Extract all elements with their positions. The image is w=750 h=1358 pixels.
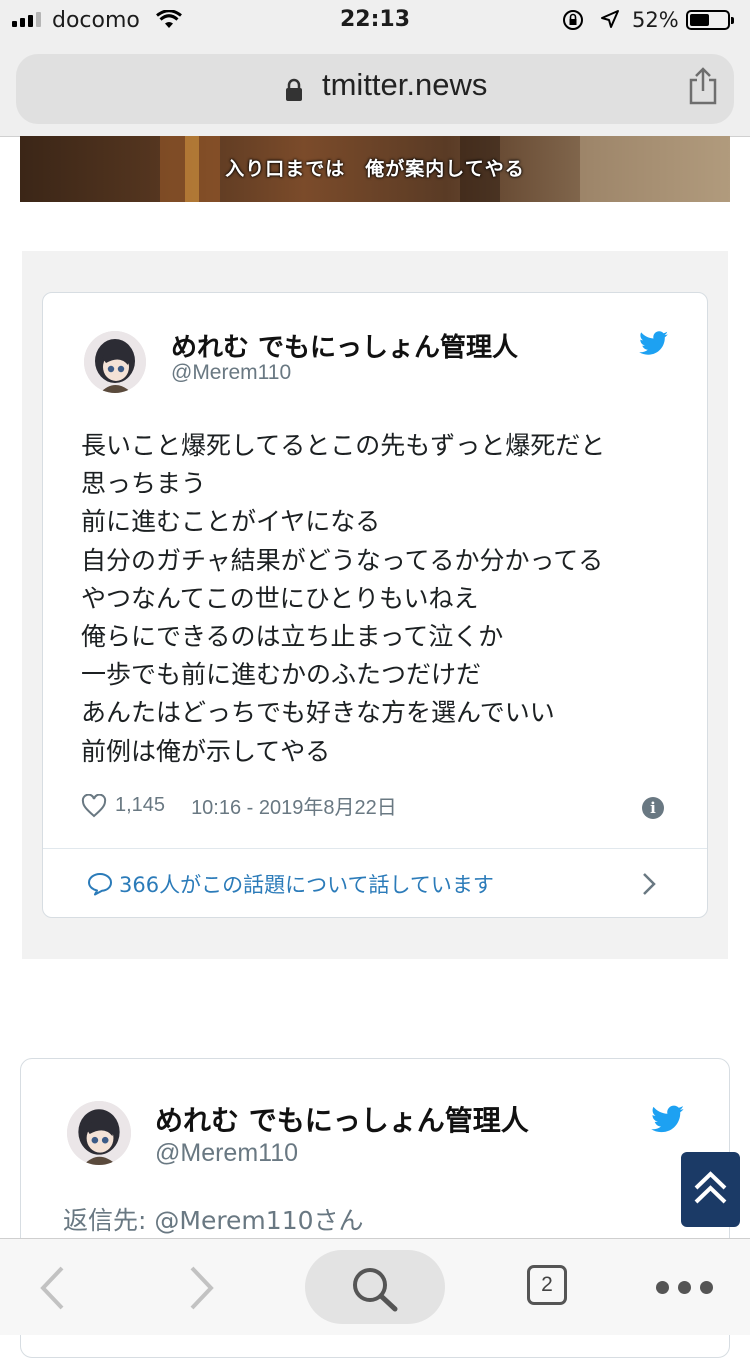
- user-handle[interactable]: @Merem110: [155, 1139, 298, 1168]
- battery-percent: 52%: [632, 8, 679, 32]
- divider: [43, 848, 707, 849]
- tweet-line: 前例は俺が示してやる: [81, 736, 331, 766]
- back-icon[interactable]: [38, 1265, 68, 1311]
- tweet-line: 長いこと爆死してるとこの先もずっと爆死だと: [81, 431, 606, 460]
- tweet-line: 前に進むことがイヤになる: [81, 507, 381, 537]
- twitter-bird-icon[interactable]: [651, 1105, 685, 1135]
- browser-header: tmitter.news: [0, 40, 750, 137]
- heart-icon[interactable]: [81, 793, 107, 818]
- tabs-button[interactable]: 2: [527, 1265, 567, 1305]
- browser-toolbar: 2: [0, 1238, 750, 1335]
- speech-bubble-icon: [88, 873, 112, 896]
- info-icon[interactable]: i: [642, 797, 664, 819]
- avatar[interactable]: [67, 1101, 131, 1165]
- lock-icon: [286, 78, 302, 101]
- tweet-line: やつなんてこの世にひとりもいねえ: [81, 583, 479, 613]
- avatar[interactable]: [84, 331, 146, 393]
- tweet-line: あんたはどっちでも好きな方を選んでいい: [81, 698, 555, 728]
- tweet-line: 自分のガチャ結果がどうなってるか分かってる: [81, 545, 604, 575]
- scroll-to-top-button[interactable]: [681, 1152, 740, 1227]
- search-icon: [353, 1268, 398, 1312]
- banner-caption: 入り口までは 俺が案内してやる: [225, 158, 525, 180]
- reply-to[interactable]: 返信先: @Merem110さん: [63, 1201, 364, 1237]
- share-icon[interactable]: [686, 66, 720, 106]
- forward-icon[interactable]: [186, 1265, 216, 1311]
- tweet-line: 俺らにできるのは立ち止まって泣くか: [81, 622, 504, 652]
- double-chevron-up-icon: [694, 1171, 727, 1204]
- embedded-tweet[interactable]: めれむ でもにっしょん管理人 @Merem110 長いこと爆死してるとこの先もず…: [42, 292, 708, 918]
- search-button[interactable]: [305, 1250, 445, 1324]
- more-icon[interactable]: [656, 1281, 713, 1294]
- display-name[interactable]: めれむ でもにっしょん管理人: [155, 1099, 529, 1139]
- chevron-right-icon[interactable]: [641, 872, 657, 896]
- tweet-line: 思っちまう: [81, 469, 207, 499]
- orientation-lock-icon: [563, 10, 583, 30]
- tweet-meta: 1,145 10:16 - 2019年8月22日: [81, 791, 397, 820]
- tweet-timestamp[interactable]: 10:16 - 2019年8月22日: [191, 791, 397, 820]
- user-handle[interactable]: @Merem110: [171, 361, 291, 385]
- location-icon: [601, 10, 619, 28]
- url-text: tmitter.news: [322, 67, 488, 102]
- tweet-line: 一歩でも前に進むかのふたつだけだ: [81, 660, 482, 690]
- tweet-text: 長いこと爆死してるとこの先もずっと爆死だと 思っちまう 前に進むことがイヤになる…: [81, 427, 605, 771]
- conversation-label: 366人がこの話題について話しています: [119, 873, 494, 897]
- display-name[interactable]: めれむ でもにっしょん管理人: [171, 327, 518, 364]
- battery-icon: [686, 10, 734, 30]
- conversation-link[interactable]: 366人がこの話題について話しています: [87, 869, 494, 899]
- address-bar[interactable]: tmitter.news: [16, 54, 734, 124]
- twitter-bird-icon[interactable]: [639, 331, 669, 357]
- banner-image: 入り口までは 俺が案内してやる: [20, 136, 730, 202]
- like-count[interactable]: 1,145: [115, 794, 165, 817]
- status-bar: docomo 22:13 52%: [0, 0, 750, 40]
